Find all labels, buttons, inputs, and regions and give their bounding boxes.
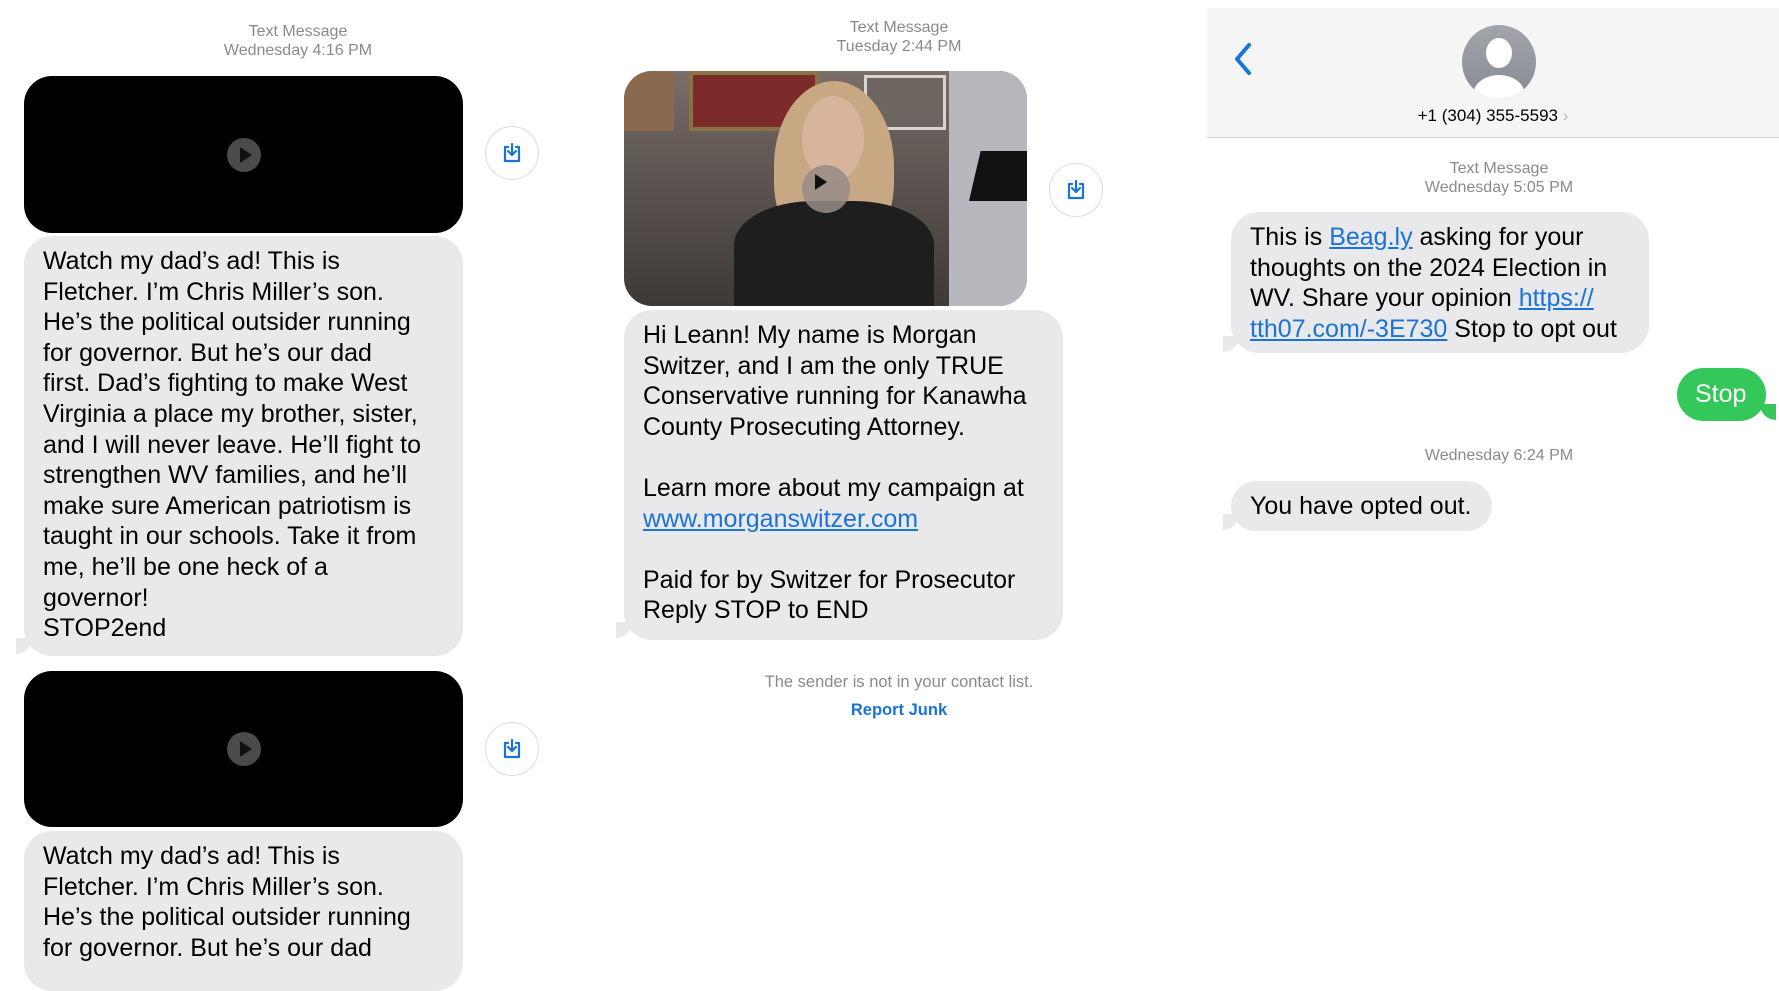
video-attachment[interactable] <box>24 76 463 233</box>
back-chevron-icon[interactable] <box>1232 41 1254 77</box>
conversation-header-2: Text Message Tuesday 2:44 PM <box>837 18 962 56</box>
download-button[interactable] <box>485 722 539 776</box>
message-type: Text Message <box>1449 160 1549 177</box>
video-frame-decor <box>734 201 934 306</box>
incoming-message: Watch my dad’s ad! This is Fletcher. I’m… <box>24 236 463 656</box>
survey-link[interactable]: https:// <box>1519 284 1594 312</box>
message-text: This is <box>1250 223 1330 251</box>
contact-phone: +1 (304) 355-5593 <box>1417 106 1558 125</box>
outgoing-message: Stop <box>1677 368 1766 421</box>
incoming-message: You have opted out. <box>1231 481 1492 531</box>
message-timestamp: Tuesday 2:44 PM <box>836 38 962 55</box>
unknown-sender-notice: The sender is not in your contact list. <box>764 673 1034 691</box>
play-icon[interactable] <box>226 732 261 766</box>
video-frame-decor <box>624 71 674 131</box>
incoming-message: Watch my dad’s ad! This is Fletcher. I’m… <box>24 831 463 991</box>
report-junk-link[interactable]: Report Junk <box>851 701 947 720</box>
message-timestamp: Wednesday 6:24 PM <box>1424 447 1574 464</box>
download-button[interactable] <box>485 126 539 180</box>
video-attachment[interactable] <box>624 71 1027 306</box>
incoming-message: This is Beag.ly asking for your thoughts… <box>1231 212 1649 353</box>
message-text: Paid for by Switzer for Prosecutor Reply… <box>643 565 1016 625</box>
video-attachment[interactable] <box>24 671 463 827</box>
download-icon <box>1067 179 1085 200</box>
conversation-nav-bar: +1 (304) 355-5593 › <box>1207 8 1779 138</box>
message-text: Stop to opt out <box>1447 314 1617 343</box>
play-icon[interactable] <box>801 164 850 213</box>
play-icon[interactable] <box>226 137 261 172</box>
conversation-header-1: Text Message Wednesday 4:16 PM <box>224 22 372 60</box>
contact-avatar[interactable] <box>1462 25 1536 99</box>
message-timestamp: Wednesday 4:16 PM <box>223 42 373 59</box>
message-text: Hi Leann! My name is Morgan Switzer, and… <box>643 321 1027 502</box>
message-type: Text Message <box>248 23 348 40</box>
incoming-message: Hi Leann! My name is Morgan Switzer, and… <box>624 310 1063 640</box>
message-type: Text Message <box>849 19 949 36</box>
avatar-body <box>1473 75 1525 99</box>
download-icon <box>503 738 521 759</box>
download-button[interactable] <box>1049 163 1103 217</box>
beagly-link[interactable]: Beag.ly <box>1329 223 1412 251</box>
conversation-header-3: Text Message Wednesday 5:05 PM <box>1425 159 1573 197</box>
message-timestamp: Wednesday 5:05 PM <box>1424 179 1574 196</box>
website-link[interactable]: www.morganswitzer.com <box>643 505 918 533</box>
avatar-head <box>1486 38 1512 68</box>
contact-name-button[interactable]: +1 (304) 355-5593 › <box>1207 106 1779 126</box>
download-icon <box>503 142 521 163</box>
survey-link[interactable]: tth07.com/-3E730 <box>1250 315 1447 343</box>
